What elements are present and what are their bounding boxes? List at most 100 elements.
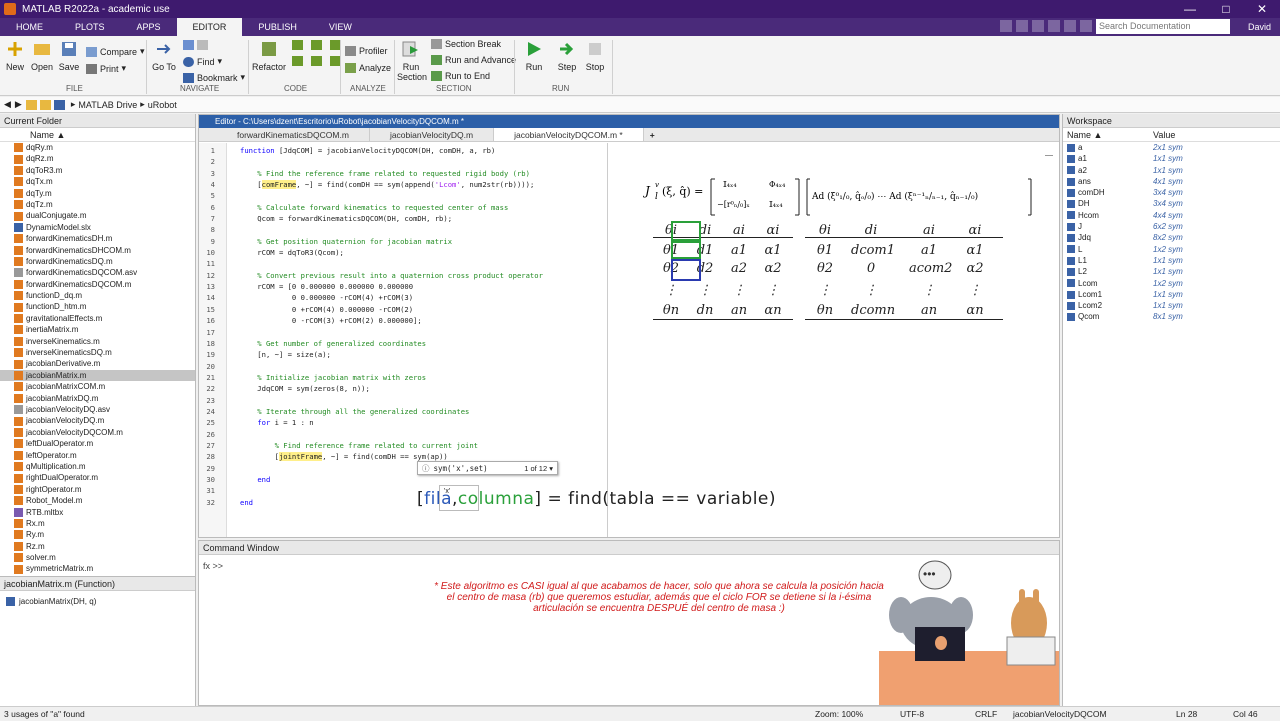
code-line[interactable]: 7 Qcom = forwardKinematicsDQCOM(DH, comD… [199,213,619,224]
tab-editor[interactable]: EDITOR [176,18,243,36]
save-button[interactable]: Save [58,40,80,72]
file-item[interactable]: rightDualOperator.m [0,472,195,483]
code-line[interactable]: 6 % Calculate forward kinematics to requ… [199,202,619,213]
workspace-row[interactable]: Hcom 4x4 sym [1063,210,1280,221]
code-line[interactable]: 27 % Find reference frame related to cur… [199,440,619,451]
refactor-button[interactable]: Refactor [252,40,286,72]
indent-tools[interactable] [292,56,341,66]
minimize-button[interactable]: — [1172,0,1208,18]
file-item[interactable]: inertiaMatrix.m [0,324,195,335]
code-line[interactable]: 20 [199,361,619,372]
file-item[interactable]: jacobianVelocityDQ.m [0,415,195,426]
tab-apps[interactable]: APPS [121,18,177,36]
file-item[interactable]: inverseKinematicsDQ.m [0,347,195,358]
section-break-button[interactable]: Section Break [431,39,501,49]
search-documentation-input[interactable]: Search Documentation [1096,19,1230,34]
file-item[interactable]: gravitationalEffects.m [0,313,195,324]
stop-button[interactable]: Stop [583,40,607,72]
file-item[interactable]: jacobianMatrix.m [0,369,195,382]
workspace-row[interactable]: a2 1x1 sym [1063,165,1280,176]
file-item[interactable]: jacobianDerivative.m [0,358,195,369]
file-item[interactable]: forwardKinematicsDQCOM.asv [0,267,195,278]
workspace-row[interactable]: L2 1x1 sym [1063,266,1280,277]
code-line[interactable]: 16 0 -rCOM(3) +rCOM(2) 0.000000]; [199,315,619,326]
workspace-row[interactable]: L 1x2 sym [1063,244,1280,255]
file-item[interactable]: symmetricMatrix.m [0,563,195,574]
code-line[interactable]: 4 [comFrame, ~] = find(comDH == sym(appe… [199,179,619,190]
file-item[interactable]: jacobianVelocityDQCOM.m [0,427,195,438]
workspace-row[interactable]: L1 1x1 sym [1063,255,1280,266]
print-button[interactable]: Print ▾ [86,63,126,74]
save-quick-icon[interactable] [1000,20,1012,32]
user-menu[interactable]: David [1248,18,1271,36]
workspace-row[interactable]: J 6x2 sym [1063,221,1280,232]
tab-jacobian-velocity-dq[interactable]: jacobianVelocityDQ.m [370,128,495,141]
workspace-row[interactable]: Lcom2 1x1 sym [1063,300,1280,311]
tab-forward-kinematics-dqcom[interactable]: forwardKinematicsDQCOM.m [217,128,370,141]
code-line[interactable]: 9 % Get position quaternion for jacobian… [199,236,619,247]
new-tab-button[interactable]: + [644,128,661,141]
code-line[interactable]: 3 % Find the reference frame related to … [199,168,619,179]
maximize-button[interactable]: □ [1208,0,1244,18]
comment-icon[interactable] [292,40,303,50]
run-and-advance-button[interactable]: Run and Advance [431,55,516,65]
workspace-row[interactable]: ans 4x1 sym [1063,176,1280,187]
code-line[interactable]: 24 % Iterate through all the generalized… [199,406,619,417]
file-item[interactable]: leftDualOperator.m [0,438,195,449]
file-item[interactable]: forwardKinematicsDH.m [0,233,195,244]
code-line[interactable]: 5 [199,190,619,201]
file-item[interactable]: dqTz.m [0,199,195,210]
file-item[interactable]: Ry.m [0,529,195,540]
file-item[interactable]: functionD_htm.m [0,301,195,312]
file-item[interactable]: forwardKinematicsDQ.m [0,256,195,267]
file-item[interactable]: dqRy.m [0,142,195,153]
uncomment-icon[interactable] [311,40,322,50]
file-item[interactable]: dqTx.m [0,176,195,187]
analyze-button[interactable]: Analyze [345,63,391,73]
code-line[interactable]: 10 rCOM = dqToR3(Qcom); [199,247,619,258]
code-line[interactable]: 1 function [JdqCOM] = jacobianVelocityDQC… [199,145,619,156]
file-item[interactable]: qMultiplication.m [0,461,195,472]
code-line[interactable]: 21 % Initialize jacobian matrix with zer… [199,372,619,383]
file-item[interactable]: jacobianMatrixCOM.m [0,381,195,392]
file-item[interactable]: forwardKinematicsDQCOM.m [0,279,195,290]
profiler-button[interactable]: Profiler [345,46,388,56]
current-folder-name-header[interactable]: Name ▲ [0,128,195,142]
function-hint-popup[interactable]: ⓘ sym('x',set) 1 of 12 ▾ [417,461,558,475]
command-prompt[interactable]: fx >> [203,561,223,571]
tab-jacobian-velocity-dqcom[interactable]: jacobianVelocityDQCOM.m * [494,128,644,141]
file-item[interactable]: rightOperator.m [0,484,195,495]
path-part-urobot[interactable]: uRobot [148,100,177,110]
indent-icon[interactable] [292,56,303,66]
code-line[interactable]: 12 % Convert previous result into a quat… [199,270,619,281]
tab-home[interactable]: HOME [0,18,59,36]
forward-icon[interactable]: ▶ [15,99,22,110]
code-line[interactable]: 11 [199,258,619,269]
code-line[interactable]: 26 [199,429,619,440]
code-line[interactable]: 13 rCOM = [0 0.000000 0.000000 0.000000 [199,281,619,292]
workspace-row[interactable]: Qcom 8x1 sym [1063,311,1280,322]
workspace-row[interactable]: Jdq 8x2 sym [1063,232,1280,243]
open-button[interactable]: Open [30,40,54,72]
back-icon[interactable]: ◀ [4,99,11,110]
path-part-matlab-drive[interactable]: MATLAB Drive [78,100,137,110]
redo-quick-icon[interactable] [1080,20,1092,32]
close-button[interactable]: ✕ [1244,0,1280,18]
code-line[interactable]: 23 [199,395,619,406]
compare-button[interactable]: Compare ▾ [86,46,145,57]
code-tools[interactable] [292,40,341,50]
smart-indent-icon[interactable] [311,56,322,66]
bookmark-button[interactable]: Bookmark ▾ [183,72,245,83]
hint-count[interactable]: 1 of 12 ▾ [524,464,553,473]
file-item[interactable]: forwardKinematicsDHCOM.m [0,245,195,256]
up-folder-icon[interactable] [25,99,37,110]
back-icon[interactable] [183,40,194,50]
new-button[interactable]: New [5,40,25,72]
code-area[interactable]: 1 function [JdqCOM] = jacobianVelocityDQC… [199,145,619,508]
code-line[interactable]: 30 end [199,474,619,485]
file-item[interactable]: dqRz.m [0,153,195,164]
file-item[interactable]: RTB.mltbx [0,507,195,518]
file-item[interactable]: dqToR3.m [0,165,195,176]
cut-quick-icon[interactable] [1016,20,1028,32]
step-button[interactable]: Step [555,40,579,72]
